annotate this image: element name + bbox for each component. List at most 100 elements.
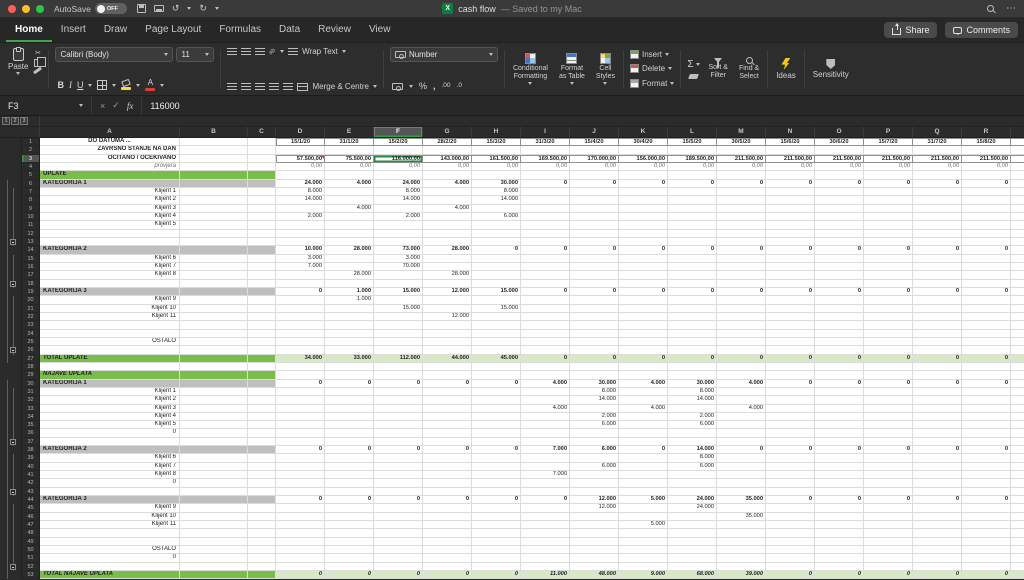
- cell-H29[interactable]: [472, 371, 521, 380]
- cell-A27[interactable]: TOTAL UPLATE: [40, 354, 180, 363]
- cell-N45[interactable]: [766, 504, 815, 513]
- cell-G43[interactable]: [423, 487, 472, 497]
- cell-K19[interactable]: 0: [619, 287, 668, 297]
- row-header-28[interactable]: 28: [22, 362, 40, 372]
- cell-I28[interactable]: [521, 362, 570, 372]
- cell-B41[interactable]: [180, 471, 248, 480]
- cell-A29[interactable]: NAJAVE UPLATA: [40, 371, 180, 380]
- cell-D16[interactable]: 7.000: [276, 262, 325, 272]
- cell-S39[interactable]: [1011, 454, 1024, 463]
- cell-D45[interactable]: [276, 504, 325, 513]
- cell-H34[interactable]: [472, 412, 521, 422]
- cell-P35[interactable]: [864, 421, 913, 430]
- cell-R51[interactable]: [962, 554, 1011, 563]
- cell-J39[interactable]: [570, 454, 619, 463]
- cell-F32[interactable]: [374, 396, 423, 405]
- cell-B47[interactable]: [180, 521, 248, 530]
- cell-J29[interactable]: [570, 371, 619, 380]
- cell-D28[interactable]: [276, 362, 325, 372]
- cell-D37[interactable]: [276, 437, 325, 447]
- cell-K40[interactable]: [619, 462, 668, 472]
- cell-Q41[interactable]: [913, 471, 962, 480]
- cell-L17[interactable]: [668, 271, 717, 280]
- cell-O46[interactable]: [815, 512, 864, 522]
- cell-B6[interactable]: [180, 179, 248, 188]
- cell-F7[interactable]: 8.000: [374, 187, 423, 197]
- cell-O8[interactable]: [815, 196, 864, 205]
- cell-E40[interactable]: [325, 462, 374, 472]
- cell-C39[interactable]: [248, 454, 276, 463]
- indent-decrease-icon[interactable]: [269, 83, 280, 90]
- cell-C30[interactable]: [248, 379, 276, 388]
- cell-O35[interactable]: [815, 421, 864, 430]
- cell-O2[interactable]: [815, 146, 864, 155]
- cell-Q30[interactable]: 0: [913, 379, 962, 388]
- cell-I3[interactable]: 169.500,00: [521, 154, 570, 163]
- cell-I39[interactable]: [521, 454, 570, 463]
- cell-D20[interactable]: [276, 296, 325, 305]
- row-header-53[interactable]: 53: [22, 571, 40, 580]
- cell-S25[interactable]: [1011, 337, 1024, 347]
- cell-L12[interactable]: [668, 229, 717, 238]
- cell-Q22[interactable]: [913, 312, 962, 322]
- cell-H22[interactable]: [472, 312, 521, 322]
- cell-Q9[interactable]: [913, 204, 962, 213]
- cell-J51[interactable]: [570, 554, 619, 563]
- cell-L16[interactable]: [668, 262, 717, 272]
- cell-N44[interactable]: 0: [766, 496, 815, 505]
- cell-Q13[interactable]: [913, 237, 962, 247]
- cell-A45[interactable]: Klijent 9: [40, 504, 180, 513]
- cell-N7[interactable]: [766, 187, 815, 197]
- cell-F36[interactable]: [374, 429, 423, 438]
- cell-J27[interactable]: 0: [570, 354, 619, 363]
- cell-H7[interactable]: 8.000: [472, 187, 521, 197]
- cell-O28[interactable]: [815, 362, 864, 372]
- cell-G20[interactable]: [423, 296, 472, 305]
- cell-K35[interactable]: [619, 421, 668, 430]
- cancel-icon[interactable]: ×: [100, 101, 105, 111]
- cell-S29[interactable]: [1011, 371, 1024, 380]
- italic-button[interactable]: I: [69, 80, 72, 90]
- clear-icon[interactable]: [688, 73, 699, 79]
- cell-D18[interactable]: [276, 279, 325, 288]
- cell-G34[interactable]: [423, 412, 472, 422]
- column-header-J[interactable]: J: [570, 127, 619, 137]
- cell-S9[interactable]: [1011, 204, 1024, 213]
- cell-K52[interactable]: [619, 562, 668, 572]
- format-as-table-button[interactable]: Format as Table: [557, 52, 587, 86]
- cell-L46[interactable]: [668, 512, 717, 522]
- cell-G9[interactable]: 4.000: [423, 204, 472, 213]
- cell-K44[interactable]: 5.000: [619, 496, 668, 505]
- cell-R44[interactable]: 0: [962, 496, 1011, 505]
- cell-R21[interactable]: [962, 304, 1011, 313]
- cell-A24[interactable]: [40, 329, 180, 338]
- cell-K22[interactable]: [619, 312, 668, 322]
- cell-D52[interactable]: [276, 562, 325, 572]
- cell-N30[interactable]: 0: [766, 379, 815, 388]
- cell-I15[interactable]: [521, 254, 570, 263]
- cell-P6[interactable]: 0: [864, 179, 913, 188]
- cell-P14[interactable]: 0: [864, 246, 913, 255]
- cell-F44[interactable]: 0: [374, 496, 423, 505]
- cell-B50[interactable]: [180, 546, 248, 555]
- cell-S27[interactable]: [1011, 354, 1024, 363]
- cell-J53[interactable]: 48.000: [570, 571, 619, 580]
- borders-icon[interactable]: [97, 80, 108, 90]
- row-header-44[interactable]: 44: [22, 496, 40, 505]
- cell-O4[interactable]: 0,00: [815, 162, 864, 172]
- outline-level-3[interactable]: 3: [20, 117, 28, 125]
- cell-F50[interactable]: [374, 546, 423, 555]
- cell-S5[interactable]: [1011, 171, 1024, 180]
- cell-D40[interactable]: [276, 462, 325, 472]
- cell-R18[interactable]: [962, 279, 1011, 288]
- cell-M36[interactable]: [717, 429, 766, 438]
- cell-I45[interactable]: [521, 504, 570, 513]
- cell-F30[interactable]: 0: [374, 379, 423, 388]
- cell-D29[interactable]: [276, 371, 325, 380]
- cell-O50[interactable]: [815, 546, 864, 555]
- cell-P45[interactable]: [864, 504, 913, 513]
- cell-B19[interactable]: [180, 287, 248, 297]
- cell-L40[interactable]: 6.000: [668, 462, 717, 472]
- cell-E14[interactable]: 28.000: [325, 246, 374, 255]
- cell-D30[interactable]: 0: [276, 379, 325, 388]
